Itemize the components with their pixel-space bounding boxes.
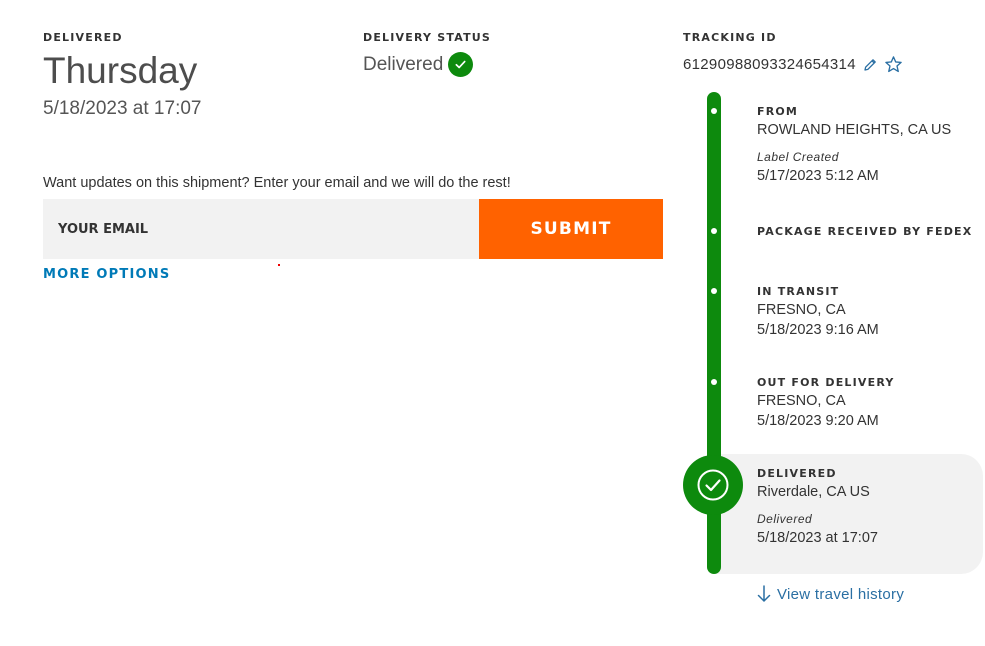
delivered-check-icon [683,455,743,515]
step-title: FROM [757,105,799,118]
more-options-link[interactable]: MORE OPTIONS [43,267,170,282]
arrow-down-icon [757,585,771,603]
delivered-label: DELIVERED [43,31,123,44]
decorative-dot [278,264,280,266]
delivered-datetime: 5/18/2023 at 17:07 [43,98,202,119]
timeline-dot [711,379,717,385]
pencil-icon[interactable] [862,57,878,73]
tracking-id-label: TRACKING ID [683,31,777,44]
step-datetime: 5/17/2023 5:12 AM [757,168,879,184]
timeline-step-received: PACKAGE RECEIVED BY FEDEX [757,225,972,238]
email-field[interactable] [43,199,479,259]
step-location: ROWLAND HEIGHTS, CA US [757,122,952,138]
step-note: Label Created [757,150,839,164]
step-datetime: 5/18/2023 at 17:07 [757,530,878,546]
step-title: DELIVERED [757,467,837,480]
step-location: Riverdale, CA US [757,484,870,500]
delivered-day: Thursday [43,50,198,91]
step-title: IN TRANSIT [757,285,840,298]
timeline-step-from: FROM ROWLAND HEIGHTS, CA US Label Create… [757,105,951,184]
timeline-dot [711,228,717,234]
step-datetime: 5/18/2023 9:20 AM [757,413,879,429]
timeline-step-in-transit: IN TRANSIT FRESNO, CA 5/18/2023 9:16 AM [757,285,879,338]
delivery-status-text: Delivered [363,53,444,75]
step-location: FRESNO, CA [757,393,846,409]
tracking-id-row: 61290988093324654314 [683,55,903,74]
step-note: Delivered [757,512,813,526]
timeline-step-delivered: DELIVERED Riverdale, CA US Delivered 5/1… [757,467,878,546]
step-datetime: 5/18/2023 9:16 AM [757,322,879,338]
step-title: OUT FOR DELIVERY [757,376,895,389]
tracking-id-value: 61290988093324654314 [683,56,856,73]
view-travel-history-label: View travel history [777,585,905,603]
view-travel-history-link[interactable]: View travel history [757,585,904,603]
check-circle-icon [448,52,474,77]
step-title: PACKAGE RECEIVED BY FEDEX [757,225,973,238]
timeline-dot [711,288,717,294]
submit-button[interactable]: SUBMIT [479,199,663,259]
delivery-status-label: DELIVERY STATUS [363,31,492,44]
star-icon[interactable] [884,55,903,74]
timeline-step-out-for-delivery: OUT FOR DELIVERY FRESNO, CA 5/18/2023 9:… [757,376,895,429]
timeline-dot [711,108,717,114]
updates-prompt: Want updates on this shipment? Enter you… [43,175,511,191]
step-location: FRESNO, CA [757,302,846,318]
delivery-status-value: Delivered [363,52,474,77]
